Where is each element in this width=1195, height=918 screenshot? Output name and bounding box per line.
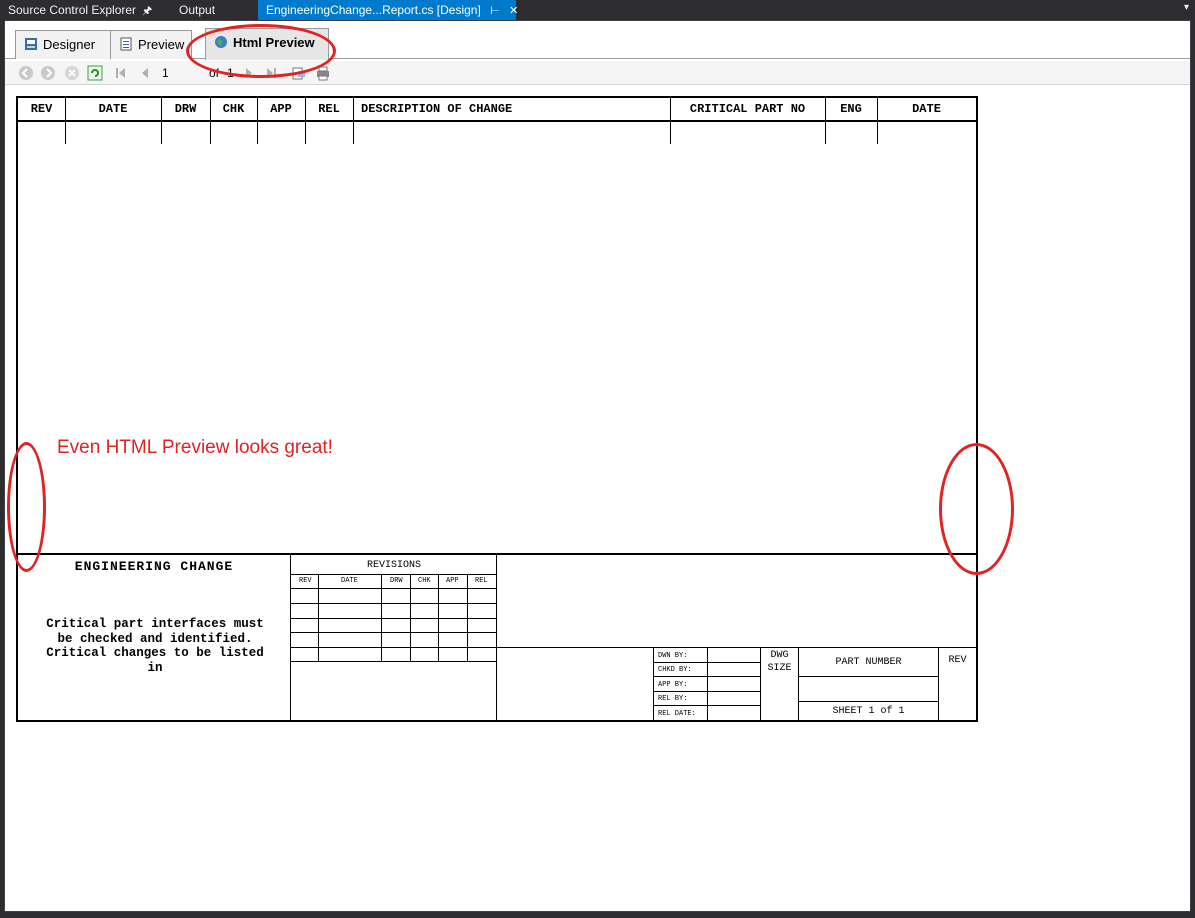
grid-line — [290, 603, 497, 604]
grid-line — [290, 618, 497, 619]
grid-line — [290, 574, 497, 575]
grid-line — [290, 632, 497, 633]
pin-icon[interactable]: 🖈︎ — [142, 5, 152, 17]
grid-line — [877, 98, 878, 144]
previous-page-icon[interactable] — [137, 65, 153, 81]
sheet-label: SHEET 1 of 1 — [832, 706, 905, 717]
grid-line — [381, 574, 382, 661]
grid-line — [290, 661, 497, 662]
tab-html-preview[interactable]: Html Preview — [205, 28, 329, 60]
grid-line — [825, 98, 826, 144]
forward-icon[interactable] — [40, 65, 56, 81]
grid-line — [65, 98, 66, 144]
preview-toolbar: 1 of 1 — [5, 61, 1190, 85]
revisions-col-chk: CHK — [418, 577, 431, 585]
tab-source-control-explorer[interactable]: Source Control Explorer 🖈︎ — [0, 0, 152, 20]
preview-icon — [120, 37, 132, 51]
tab-label: Designer — [43, 37, 96, 52]
column-header-rel: REL — [305, 98, 353, 122]
tab-label: Html Preview — [233, 35, 315, 50]
engineering-change-drawing: REV DATE DRW CHK APP REL DESCRIPTION OF … — [16, 96, 978, 722]
drawn-by-label: DWN BY: — [658, 652, 688, 660]
revisions-col-app: APP — [446, 577, 459, 585]
grid-line — [318, 574, 319, 661]
column-header-drw: DRW — [161, 98, 210, 122]
document-tab-strip: Source Control Explorer 🖈︎ Output Enginee… — [0, 0, 1195, 20]
column-header-date: DATE — [65, 98, 161, 122]
grid-line — [496, 555, 497, 720]
stop-icon[interactable] — [64, 65, 80, 81]
grid-line — [161, 98, 162, 144]
grid-line — [653, 705, 760, 706]
tab-label: Preview — [138, 37, 185, 52]
refresh-icon[interactable] — [87, 65, 103, 81]
title-block-note: Critical part interfaces must be checked… — [46, 617, 264, 675]
page-number-input[interactable]: 1 — [162, 66, 169, 80]
title-block: ENGINEERING CHANGE Critical part interfa… — [18, 553, 976, 720]
revisions-col-rev: REV — [299, 577, 312, 585]
released-by-label: REL BY: — [658, 695, 688, 703]
annotation-text: Even HTML Preview looks great! — [57, 437, 333, 458]
page-of-label: of — [209, 66, 220, 80]
pin-icon[interactable]: ⊢ — [490, 5, 500, 17]
tab-preview[interactable]: Preview — [110, 30, 192, 59]
column-header-app: APP — [257, 98, 305, 122]
column-header-description: DESCRIPTION OF CHANGE — [353, 98, 670, 122]
back-icon[interactable] — [18, 65, 34, 81]
grid-line — [410, 574, 411, 661]
grid-line — [653, 676, 760, 677]
part-number-label: PART NUMBER — [835, 657, 902, 668]
grid-line — [798, 676, 938, 677]
last-page-icon[interactable] — [263, 65, 279, 81]
first-page-icon[interactable] — [113, 65, 129, 81]
rev-label: REV — [948, 655, 967, 666]
grid-line — [467, 574, 468, 661]
grid-line — [653, 691, 760, 692]
tab-label: Source Control Explorer — [8, 3, 137, 17]
grid-line — [290, 555, 291, 720]
approved-by-label: APP BY: — [658, 681, 688, 689]
revisions-col-date: DATE — [341, 577, 358, 585]
next-page-icon[interactable] — [241, 65, 257, 81]
grid-line — [653, 647, 654, 720]
grid-line — [707, 647, 708, 720]
tab-active-document[interactable]: EngineeringChange...Report.cs [Design] ⊢… — [258, 0, 518, 20]
close-icon[interactable]: ✕ — [509, 5, 518, 17]
tab-output[interactable]: Output — [171, 0, 215, 20]
designer-icon — [25, 38, 37, 50]
chevron-down-icon[interactable]: ▾ — [1184, 2, 1189, 13]
tab-label: EngineeringChange...Report.cs [Design] — [266, 3, 481, 17]
globe-icon — [215, 36, 227, 48]
revisions-col-rel: REL — [475, 577, 488, 585]
column-header-chk: CHK — [210, 98, 257, 122]
page-total: 1 — [227, 66, 234, 80]
column-header-critical-part: CRITICAL PART NO — [670, 98, 825, 122]
export-icon[interactable] — [291, 65, 307, 81]
grid-line — [305, 98, 306, 144]
grid-line — [353, 98, 354, 144]
grid-line — [290, 647, 497, 648]
tab-designer[interactable]: Designer — [15, 30, 111, 59]
grid-line — [653, 662, 760, 663]
grid-line — [496, 647, 976, 648]
revisions-col-drw: DRW — [390, 577, 403, 585]
title-block-title: ENGINEERING CHANGE — [74, 559, 234, 574]
grid-line — [210, 98, 211, 144]
grid-line — [670, 98, 671, 144]
column-header-rev: REV — [18, 98, 65, 122]
column-header-eng: ENG — [825, 98, 877, 122]
grid-line — [290, 588, 497, 589]
grid-line — [257, 98, 258, 144]
tab-label: Output — [179, 3, 216, 17]
dwg-size-label-line1: DWG — [770, 650, 789, 661]
view-tab-bar: Designer Preview Html Preview — [5, 21, 1190, 60]
grid-line — [438, 574, 439, 661]
checked-by-label: CHKD BY: — [658, 666, 692, 674]
print-icon[interactable] — [315, 65, 331, 81]
revisions-title: REVISIONS — [366, 560, 421, 571]
release-date-label: REL DATE: — [658, 710, 696, 718]
grid-line — [798, 701, 938, 702]
column-header-date-2: DATE — [877, 98, 976, 122]
dwg-size-label-line2: SIZE — [767, 663, 792, 674]
